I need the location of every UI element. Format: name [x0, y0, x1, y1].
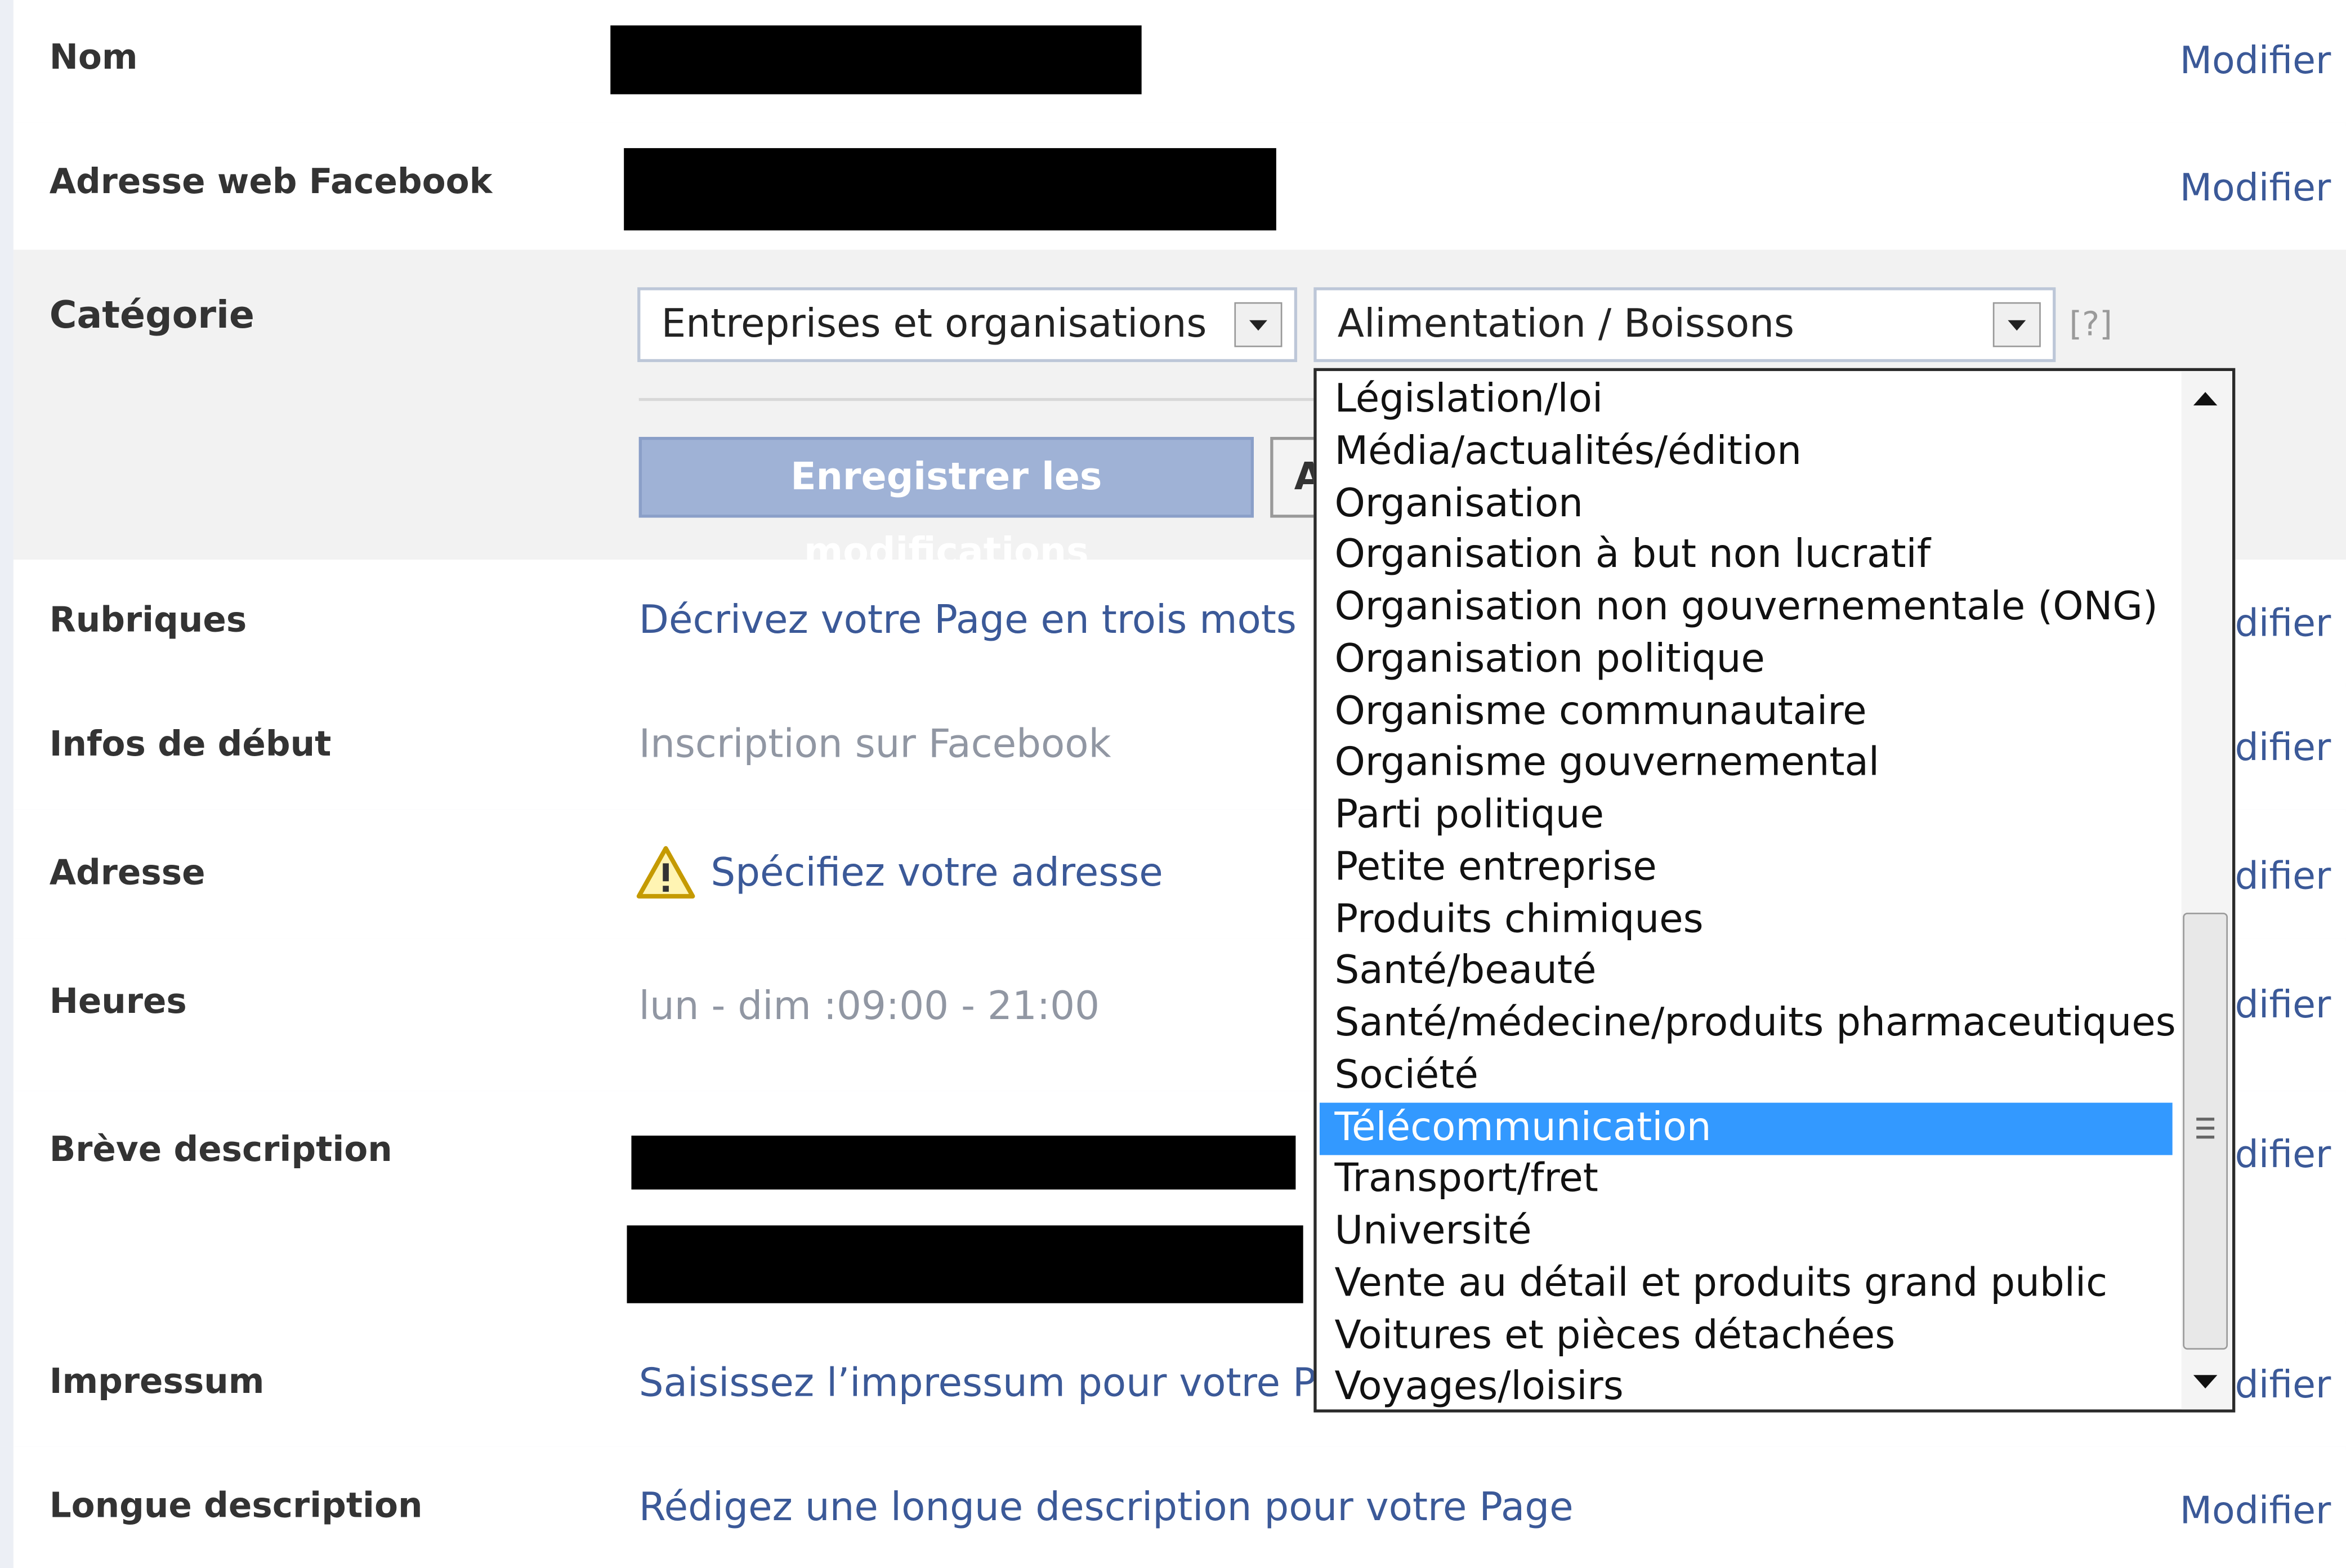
dropdown-option[interactable]: Petite entreprise: [1320, 842, 2173, 895]
category-select-primary-value: Entreprises et organisations: [661, 302, 1207, 347]
dropdown-option[interactable]: Voyages/loisirs: [1320, 1362, 2173, 1409]
chevron-down-icon[interactable]: [1234, 302, 1283, 347]
heures-label: Heures: [49, 982, 187, 1022]
scroll-up-arrow-icon[interactable]: [2193, 392, 2218, 406]
category-select-secondary[interactable]: Alimentation / Boissons: [1313, 287, 2056, 363]
longue-link[interactable]: Rédigez une longue description pour votr…: [639, 1486, 1574, 1531]
divider: [638, 397, 1328, 401]
dropdown-option[interactable]: Santé/beauté: [1320, 946, 2173, 998]
category-select-primary[interactable]: Entreprises et organisations: [637, 287, 1298, 363]
adresse-label: Adresse: [49, 854, 205, 894]
redacted-description-line2: [627, 1225, 1303, 1303]
rubriques-link[interactable]: Décrivez votre Page en trois mots: [639, 598, 1297, 644]
impressum-modifier-link[interactable]: difier: [2235, 1363, 2331, 1406]
dropdown-option[interactable]: Organisation à but non lucratif: [1320, 530, 2173, 582]
chevron-down-icon[interactable]: [1992, 302, 2041, 347]
dropdown-option[interactable]: Université: [1320, 1206, 2173, 1258]
row-adresse-web: Adresse web Facebook Modifier: [13, 122, 2346, 253]
adresse-modifier-link[interactable]: difier: [2235, 854, 2331, 897]
longue-label: Longue description: [49, 1487, 423, 1526]
nom-modifier-link[interactable]: Modifier: [2180, 39, 2331, 82]
dropdown-option[interactable]: Législation/loi: [1320, 374, 2173, 426]
dropdown-option[interactable]: Santé/médecine/produits pharmaceutiques: [1320, 998, 2175, 1051]
dropdown-option[interactable]: Organisation: [1320, 478, 2173, 530]
rubriques-label: Rubriques: [49, 601, 247, 641]
impressum-link[interactable]: Saisissez l’impressum pour votre P: [639, 1361, 1316, 1406]
impressum-label: Impressum: [49, 1362, 265, 1402]
left-border: [0, 0, 14, 1568]
page-settings: Nom Modifier Adresse web Facebook Modifi…: [0, 0, 2346, 1568]
dropdown-option[interactable]: Vente au détail et produits grand public: [1320, 1258, 2173, 1310]
infos-value: Inscription sur Facebook: [638, 722, 1111, 768]
heures-modifier-link[interactable]: difier: [2235, 983, 2331, 1026]
rubriques-modifier-link[interactable]: difier: [2235, 601, 2331, 645]
breve-modifier-link[interactable]: difier: [2235, 1133, 2331, 1176]
adresse-link[interactable]: Spécifiez votre adresse: [710, 851, 1163, 896]
infos-label: Infos de début: [49, 725, 332, 765]
nom-label: Nom: [49, 39, 138, 78]
warning-icon: [636, 846, 695, 899]
category-dropdown-list[interactable]: Législation/loi Média/actualités/édition O…: [1313, 368, 2236, 1413]
save-changes-button[interactable]: Enregistrer les modifications: [638, 436, 1254, 573]
dropdown-option[interactable]: Média/actualités/édition: [1320, 426, 2173, 479]
redacted-name: [610, 25, 1142, 95]
dropdown-option[interactable]: Voitures et pièces détachées: [1320, 1310, 2173, 1362]
dropdown-option[interactable]: Organisation politique: [1320, 634, 2173, 686]
row-longue-description: Longue description Rédigez une longue de…: [13, 1446, 2346, 1568]
help-link[interactable]: [?]: [2069, 307, 2112, 344]
dropdown-option[interactable]: Organisme gouvernemental: [1320, 738, 2173, 790]
scrollbar-thumb[interactable]: [2183, 913, 2228, 1350]
infos-modifier-link[interactable]: difier: [2235, 726, 2331, 769]
dropdown-option[interactable]: Produits chimiques: [1320, 894, 2173, 946]
redacted-web-address: [624, 148, 1276, 231]
breve-label: Brève description: [49, 1131, 392, 1171]
dropdown-option[interactable]: Transport/fret: [1320, 1154, 2173, 1207]
scroll-grip-icon: [2196, 1118, 2215, 1139]
row-nom: Nom Modifier: [13, 0, 2346, 126]
dropdown-option[interactable]: Télécommunication: [1319, 1102, 2173, 1155]
dropdown-option[interactable]: Organisation non gouvernementale (ONG): [1320, 582, 2173, 635]
dropdown-option[interactable]: Société: [1320, 1050, 2173, 1102]
dropdown-option[interactable]: Organisme communautaire: [1320, 686, 2173, 738]
dropdown-option[interactable]: Parti politique: [1320, 790, 2173, 842]
categorie-label: Catégorie: [49, 293, 254, 337]
scroll-down-arrow-icon[interactable]: [2193, 1375, 2218, 1389]
dropdown-scrollbar[interactable]: [2181, 371, 2232, 1410]
adresse-web-modifier-link[interactable]: Modifier: [2180, 166, 2331, 209]
adresse-web-label: Adresse web Facebook: [49, 163, 493, 202]
longue-modifier-link[interactable]: Modifier: [2180, 1489, 2331, 1532]
redacted-description-line1: [631, 1136, 1296, 1190]
heures-value: lun - dim :09:00 - 21:00: [638, 984, 1100, 1030]
category-select-secondary-value: Alimentation / Boissons: [1337, 302, 1795, 347]
